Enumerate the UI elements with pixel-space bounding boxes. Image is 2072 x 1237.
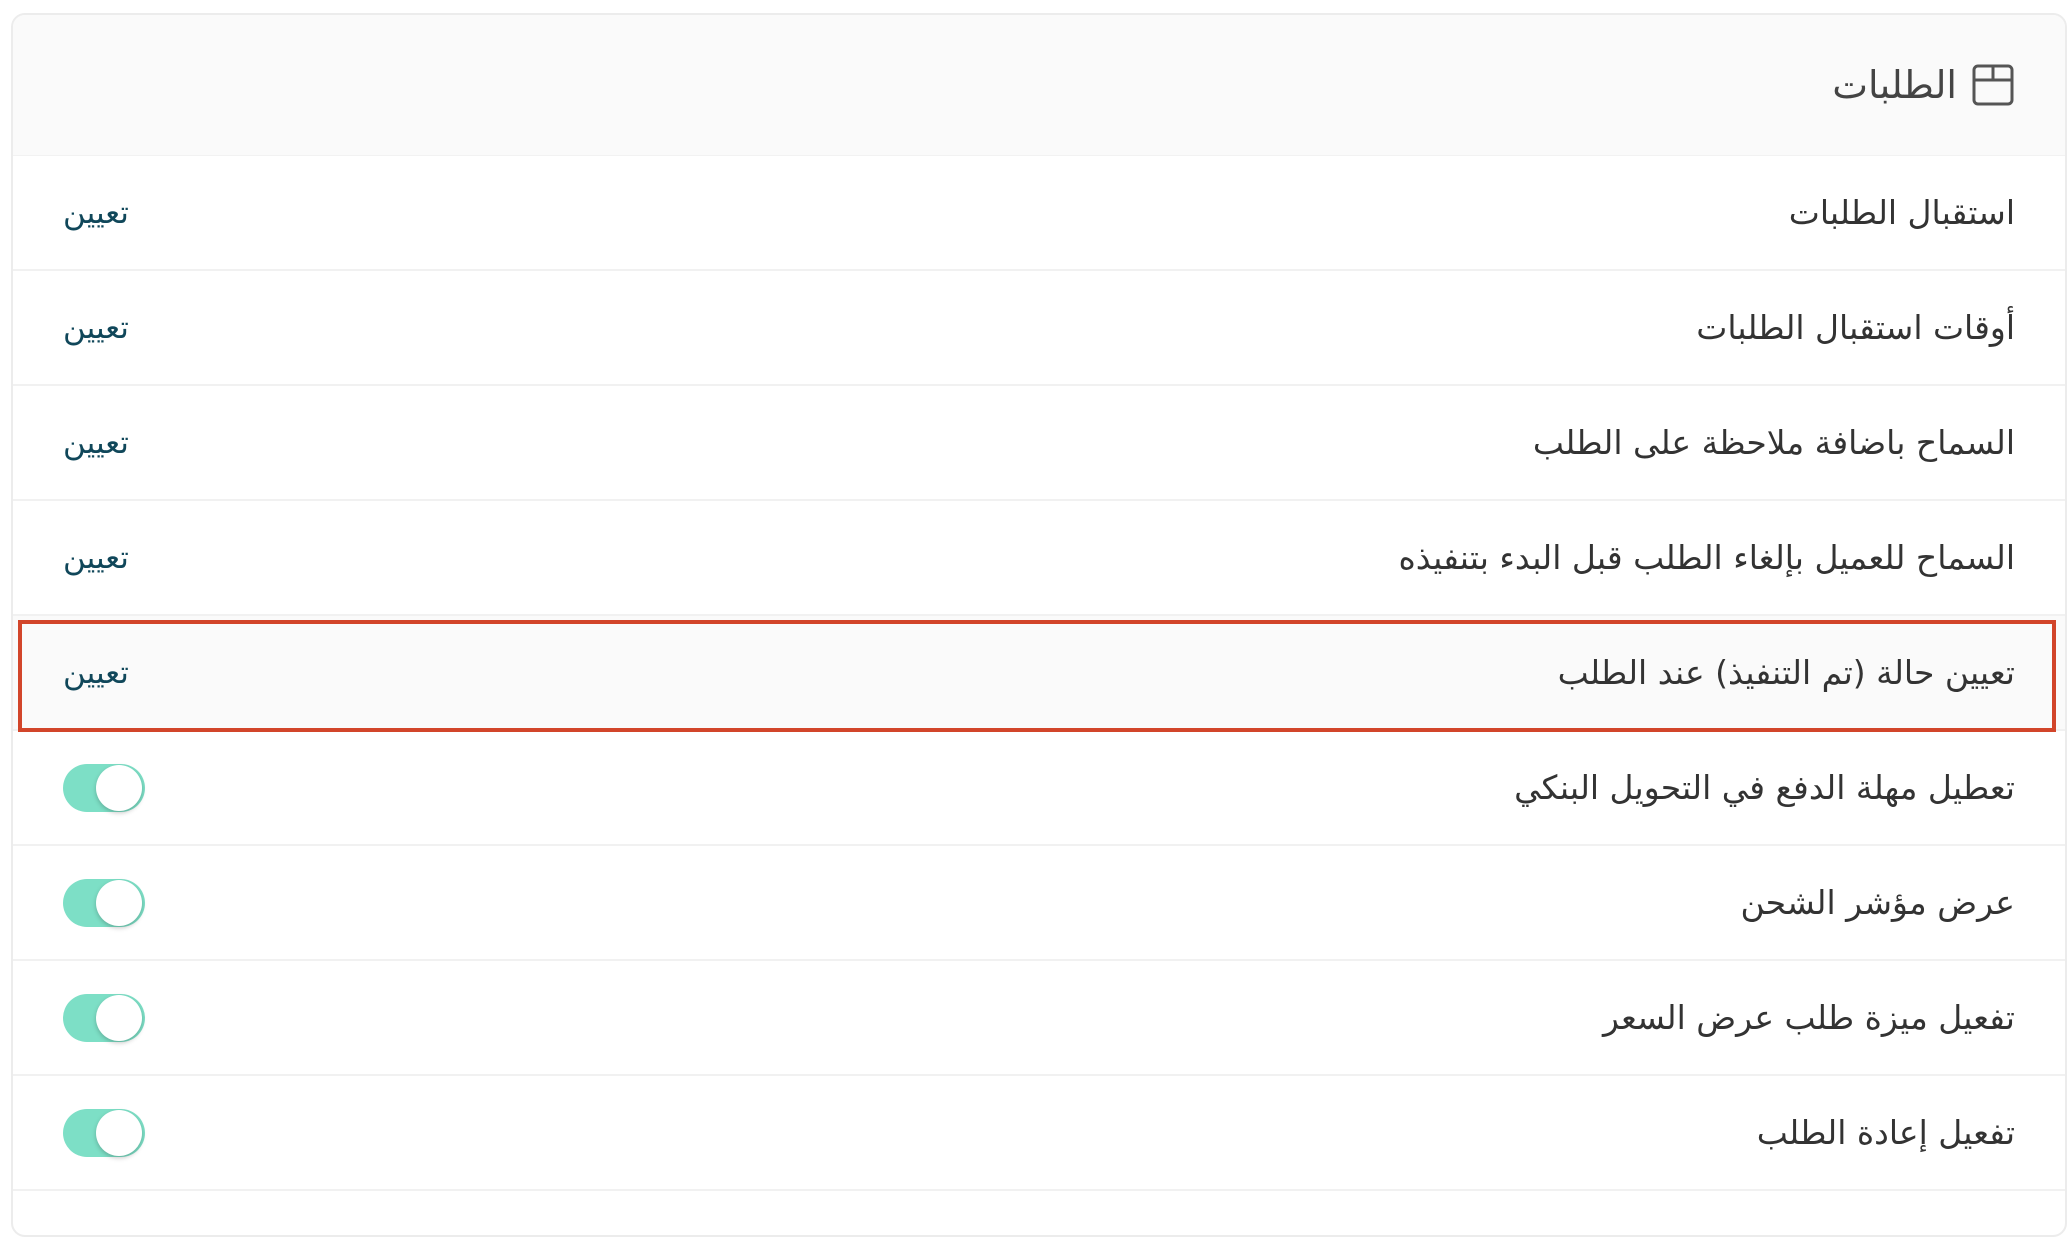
settings-row-order-notes: السماح باضافة ملاحظة على الطلب تعيين <box>13 386 2065 501</box>
settings-list: استقبال الطلبات تعيين أوقات استقبال الطل… <box>13 156 2065 1191</box>
toggle-switch[interactable] <box>63 993 145 1042</box>
setting-label: تفعيل إعادة الطلب <box>1756 1113 2015 1152</box>
toggle-knob <box>96 1109 142 1156</box>
settings-row-shipping-indicator: عرض مؤشر الشحن <box>13 846 2065 961</box>
assign-link[interactable]: تعيين <box>63 195 129 231</box>
setting-label: السماح للعميل بإلغاء الطلب قبل البدء بتن… <box>1398 538 2015 577</box>
assign-link[interactable]: تعيين <box>63 540 129 576</box>
toggle-switch[interactable] <box>63 1108 145 1157</box>
setting-label: تعيين حالة (تم التنفيذ) عند الطلب <box>1557 653 2015 692</box>
toggle-switch[interactable] <box>63 878 145 927</box>
setting-label: تعطيل مهلة الدفع في التحويل البنكي <box>1514 768 2015 807</box>
settings-row-customer-cancel: السماح للعميل بإلغاء الطلب قبل البدء بتن… <box>13 501 2065 616</box>
toggle-knob <box>96 879 142 926</box>
settings-row-bank-transfer-timeout: تعطيل مهلة الدفع في التحويل البنكي <box>13 731 2065 846</box>
assign-link[interactable]: تعيين <box>63 425 129 461</box>
assign-link[interactable]: تعيين <box>63 655 129 691</box>
setting-label: السماح باضافة ملاحظة على الطلب <box>1532 423 2015 462</box>
settings-row-reorder: تفعيل إعادة الطلب <box>13 1076 2065 1191</box>
setting-label: أوقات استقبال الطلبات <box>1696 308 2015 347</box>
setting-label: تفعيل ميزة طلب عرض السعر <box>1602 998 2015 1037</box>
orders-settings-panel: الطلبات استقبال الطلبات تعيين أوقات استق… <box>11 13 2067 1237</box>
toggle-knob <box>96 764 142 811</box>
setting-label: استقبال الطلبات <box>1788 193 2015 232</box>
settings-row-receive-orders: استقبال الطلبات تعيين <box>13 156 2065 271</box>
toggle-knob <box>96 994 142 1041</box>
box-icon <box>1971 63 2015 107</box>
assign-link[interactable]: تعيين <box>63 310 129 346</box>
settings-row-order-hours: أوقات استقبال الطلبات تعيين <box>13 271 2065 386</box>
panel-header: الطلبات <box>13 15 2065 156</box>
settings-row-price-quote: تفعيل ميزة طلب عرض السعر <box>13 961 2065 1076</box>
settings-row-completed-status: تعيين حالة (تم التنفيذ) عند الطلب تعيين <box>13 616 2065 731</box>
toggle-switch[interactable] <box>63 763 145 812</box>
setting-label: عرض مؤشر الشحن <box>1740 883 2015 922</box>
panel-title: الطلبات <box>1832 63 1957 107</box>
